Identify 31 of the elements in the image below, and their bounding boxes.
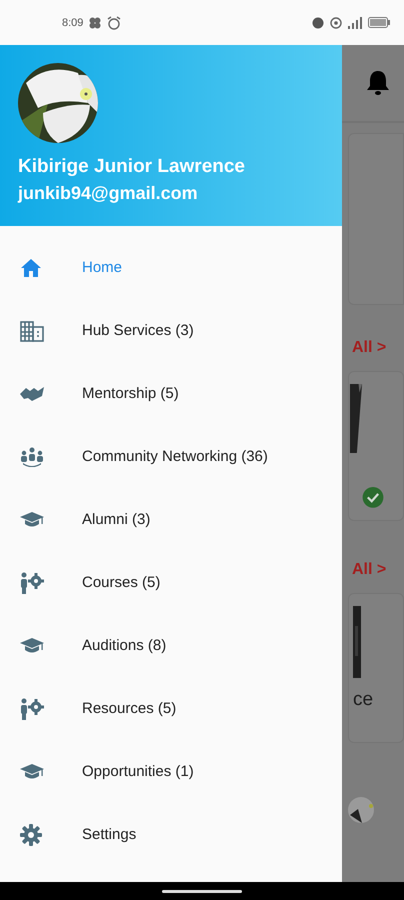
building-icon <box>20 320 44 342</box>
person-gear-icon <box>20 698 44 720</box>
status-time: 8:09 <box>62 16 84 28</box>
drawer-menu-item[interactable]: Hub Services (3) <box>0 299 342 362</box>
fan-icon <box>89 16 102 28</box>
drawer-menu-item[interactable]: Opportunities (1) <box>0 740 342 803</box>
card-title: ce <box>353 689 374 711</box>
settings-icon <box>20 824 42 846</box>
signal-icon <box>348 16 362 28</box>
notification-bell-icon[interactable] <box>366 70 390 96</box>
group-icon <box>20 446 44 466</box>
home-handle[interactable] <box>162 890 242 892</box>
hotspot-icon <box>330 16 342 28</box>
drawer-menu-item[interactable]: Courses (5) <box>0 551 342 614</box>
drawer-menu-item[interactable]: Resources (5) <box>0 677 342 740</box>
profile-email: junkib94@gmail.com <box>18 183 199 204</box>
check-circle-icon <box>361 487 385 508</box>
drawer-menu-item[interactable]: Alumni (3) <box>0 488 342 551</box>
drawer-menu-item[interactable]: Community Networking (36) <box>0 425 342 488</box>
graduation-cap-icon <box>20 764 44 780</box>
profile-name: Kibirige Junior Lawrence <box>18 156 246 178</box>
person-gear-icon <box>20 572 44 594</box>
drawer-menu-item[interactable]: Mentorship (5) <box>0 362 342 425</box>
drawer-menu-item[interactable]: Auditions (8) <box>0 614 342 677</box>
graduation-cap-icon <box>20 512 44 528</box>
drawer-menu-item[interactable]: Home <box>0 236 342 299</box>
drawer-menu-item[interactable]: Settings <box>0 803 342 866</box>
home-icon <box>20 258 42 278</box>
battery-icon <box>368 17 390 28</box>
ball-icon <box>348 795 374 825</box>
graduation-cap-icon <box>20 638 44 654</box>
